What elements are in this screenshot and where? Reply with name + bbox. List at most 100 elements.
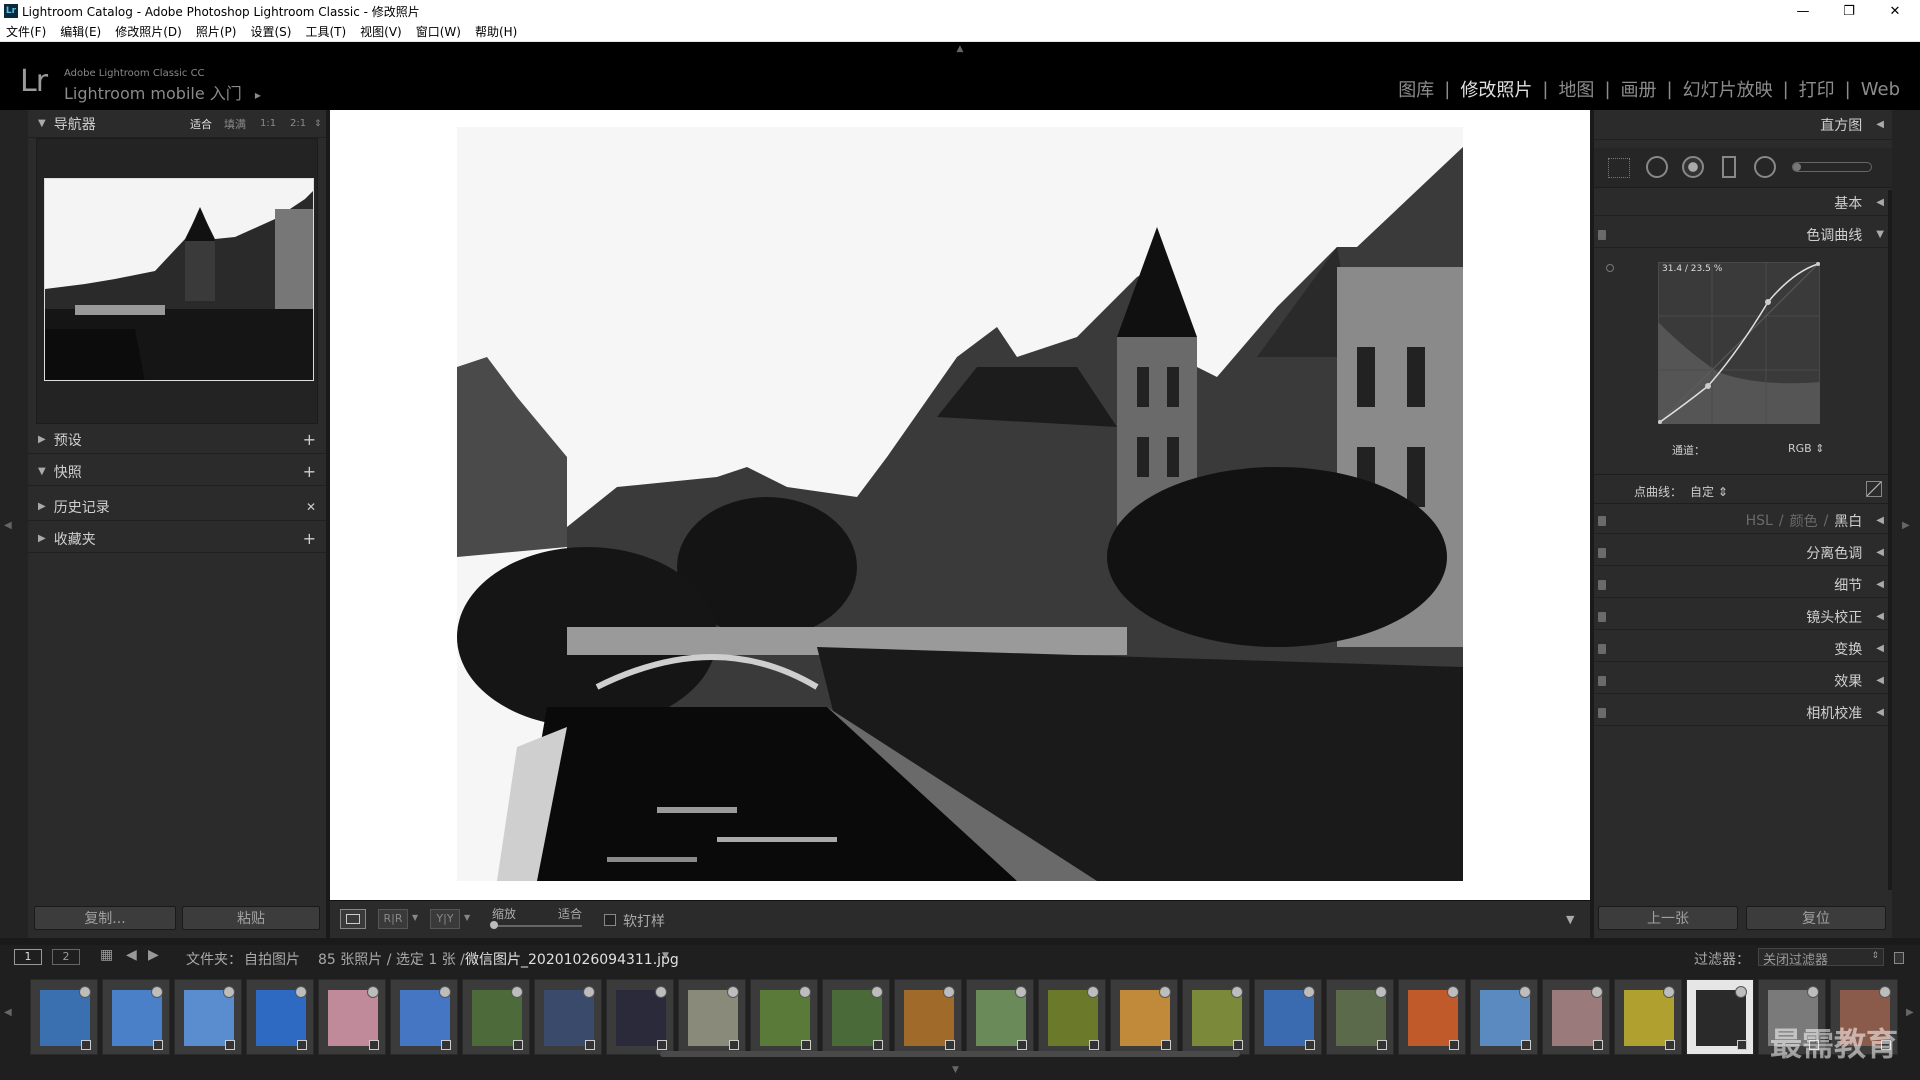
clear-history-icon[interactable]: ✕	[306, 500, 316, 514]
adjustment-brush-icon[interactable]	[1792, 162, 1872, 172]
panel-toggle-switch[interactable]	[1598, 612, 1606, 622]
filmstrip-thumbnail[interactable]	[1038, 979, 1106, 1055]
left-panel-toggle-icon[interactable]: ◀	[4, 520, 12, 531]
filmstrip-thumbnail[interactable]	[1254, 979, 1322, 1055]
menu-view[interactable]: 视图(V)	[360, 23, 402, 40]
source-folder[interactable]: 自拍图片	[244, 949, 300, 969]
filename[interactable]: 微信图片_20201026094311.jpg	[465, 949, 679, 969]
filmstrip-thumbnail[interactable]	[318, 979, 386, 1055]
zoom-fill[interactable]: 填满	[224, 116, 246, 132]
secondary-display-button[interactable]: 2	[52, 949, 80, 965]
hsl-header[interactable]: HSL / 颜色 / 黑白 ◀	[1594, 508, 1892, 534]
panel-toggle-switch[interactable]	[1598, 676, 1606, 686]
tone-curve-header[interactable]: 色调曲线 ▼	[1594, 222, 1892, 248]
color-tab[interactable]: 颜色	[1790, 511, 1818, 531]
zoom-2-1[interactable]: 2:1	[290, 118, 306, 129]
filmstrip-thumbnail[interactable]	[894, 979, 962, 1055]
module-library[interactable]: 图库	[1398, 76, 1434, 102]
filmstrip-thumbnail[interactable]	[1110, 979, 1178, 1055]
filmstrip-thumbnail[interactable]	[246, 979, 314, 1055]
add-preset-icon[interactable]: +	[303, 430, 316, 449]
zoom-stepper-icon[interactable]: ⇕	[314, 119, 322, 129]
transform-header[interactable]: 变换 ◀	[1594, 636, 1892, 662]
filmstrip-scrollbar[interactable]	[660, 1051, 1240, 1057]
menu-settings[interactable]: 设置(S)	[250, 23, 291, 40]
grid-view-icon[interactable]: ▦	[100, 947, 113, 963]
zoom-fit[interactable]: 适合	[190, 116, 212, 132]
filmstrip-thumbnail[interactable]	[1182, 979, 1250, 1055]
tone-curve-graph[interactable]	[1658, 262, 1820, 424]
before-after-rr-button[interactable]: R|R	[378, 909, 408, 929]
right-panel-toggle-icon[interactable]: ▶	[1902, 520, 1910, 531]
zoom-1-1[interactable]: 1:1	[260, 118, 276, 129]
copy-button[interactable]: 复制...	[34, 906, 176, 930]
bw-tab[interactable]: 黑白	[1834, 511, 1862, 531]
loupe-view-icon[interactable]	[340, 909, 366, 929]
filmstrip-thumbnail[interactable]	[606, 979, 674, 1055]
filmstrip-thumbnail[interactable]	[390, 979, 458, 1055]
menu-develop[interactable]: 修改照片(D)	[115, 23, 182, 40]
module-print[interactable]: 打印	[1799, 76, 1835, 102]
filmstrip-thumbnail[interactable]	[678, 979, 746, 1055]
radial-filter-icon[interactable]	[1754, 156, 1776, 178]
module-slideshow[interactable]: 幻灯片放映	[1683, 76, 1773, 102]
history-header[interactable]: ▶ 历史记录 ✕	[28, 493, 326, 521]
filmstrip-thumbnail[interactable]	[1398, 979, 1466, 1055]
add-snapshot-icon[interactable]: +	[303, 462, 316, 481]
menu-photo[interactable]: 照片(P)	[196, 23, 237, 40]
edit-point-curve-icon[interactable]	[1866, 481, 1882, 497]
collections-header[interactable]: ▶ 收藏夹 +	[28, 525, 326, 553]
filmstrip-thumbnail[interactable]	[1542, 979, 1610, 1055]
panel-toggle-switch[interactable]	[1598, 644, 1606, 654]
menu-edit[interactable]: 编辑(E)	[60, 23, 101, 40]
left-panel-grip[interactable]: ◀	[0, 110, 28, 938]
filmstrip-thumbnail[interactable]	[534, 979, 602, 1055]
zoom-slider-thumb[interactable]	[490, 921, 498, 929]
panel-toggle-switch[interactable]	[1598, 708, 1606, 718]
filename-dropdown-icon[interactable]: ▼	[662, 951, 669, 961]
back-arrow-icon[interactable]: ◀	[126, 947, 137, 963]
filmstrip-thumbnail[interactable]	[1326, 979, 1394, 1055]
menu-help[interactable]: 帮助(H)	[475, 23, 517, 40]
menu-window[interactable]: 窗口(W)	[416, 23, 461, 40]
top-panel-toggle-icon[interactable]: ▲	[954, 44, 966, 54]
panel-toggle-switch[interactable]	[1598, 548, 1606, 558]
lightroom-mobile-link[interactable]: Lightroom mobile 入门 ▸	[64, 80, 261, 104]
forward-arrow-icon[interactable]: ▶	[148, 947, 159, 963]
menu-file[interactable]: 文件(F)	[6, 23, 46, 40]
graduated-filter-icon[interactable]	[1722, 156, 1736, 178]
hsl-tab[interactable]: HSL	[1746, 513, 1773, 529]
before-after-yy-button[interactable]: Y|Y	[430, 909, 460, 929]
add-collection-icon[interactable]: +	[303, 529, 316, 548]
filmstrip-thumbnail[interactable]	[462, 979, 530, 1055]
main-photo[interactable]	[457, 127, 1463, 881]
channel-select[interactable]: RGB ⇕	[1788, 442, 1824, 455]
right-panel-grip[interactable]: ▶	[1892, 110, 1920, 938]
filmstrip-thumbnail[interactable]	[1470, 979, 1538, 1055]
module-web[interactable]: Web	[1861, 79, 1900, 100]
crop-overlay-icon[interactable]	[1608, 158, 1630, 178]
toolbar-options-icon[interactable]: ▼	[1566, 913, 1574, 926]
panel-toggle-switch[interactable]	[1598, 230, 1606, 240]
filmstrip-thumbnail[interactable]	[102, 979, 170, 1055]
menu-tools[interactable]: 工具(T)	[305, 23, 346, 40]
primary-display-button[interactable]: 1	[14, 949, 42, 965]
paste-button[interactable]: 粘贴	[182, 906, 320, 930]
filmstrip-thumbnail[interactable]	[966, 979, 1034, 1055]
right-panel-scrollbar[interactable]	[1888, 190, 1892, 890]
filter-select[interactable]: 关闭过滤器 ⇕	[1758, 948, 1884, 968]
spot-removal-icon[interactable]	[1646, 156, 1668, 178]
camera-calibration-header[interactable]: 相机校准 ◀	[1594, 700, 1892, 726]
restore-button[interactable]: ❐	[1826, 0, 1872, 22]
basic-header[interactable]: 基本 ◀	[1594, 190, 1892, 216]
effects-header[interactable]: 效果 ◀	[1594, 668, 1892, 694]
bottom-panel-toggle-icon[interactable]: ▼	[952, 1065, 959, 1075]
panel-toggle-switch[interactable]	[1598, 516, 1606, 526]
filmstrip-thumbnail[interactable]	[1686, 979, 1754, 1055]
close-button[interactable]: ✕	[1872, 0, 1918, 22]
targeted-adjustment-icon[interactable]	[1606, 264, 1614, 272]
split-toning-header[interactable]: 分离色调 ◀	[1594, 540, 1892, 566]
filmstrip-thumbnail[interactable]	[1614, 979, 1682, 1055]
zoom-slider-track[interactable]	[492, 925, 582, 927]
filmstrip-scroll-left-icon[interactable]: ◀	[4, 1007, 12, 1018]
